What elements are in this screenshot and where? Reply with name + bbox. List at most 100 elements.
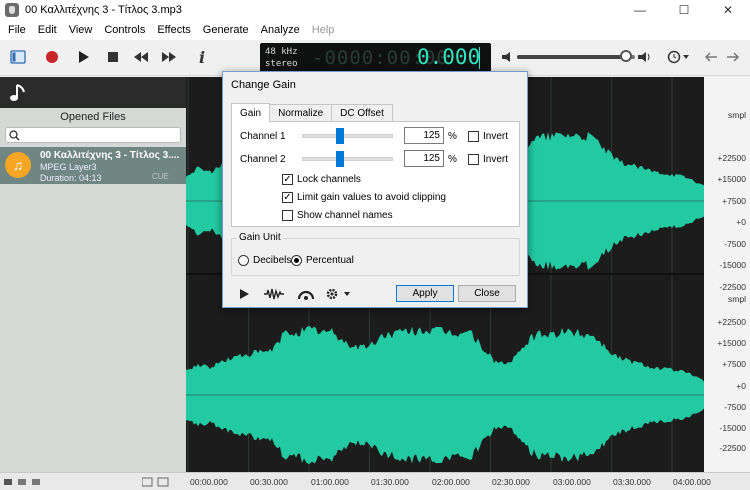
window-title: 00 Καλλιτέχνης 3 - Τίτλος 3.mp3 xyxy=(25,4,182,16)
timeline-label: 02:30.000 xyxy=(492,477,530,487)
settings-gear-icon[interactable] xyxy=(325,287,353,301)
channel1-percent: % xyxy=(448,131,457,142)
timeline-label: 00:00.000 xyxy=(190,477,228,487)
channel1-invert-checkbox[interactable] xyxy=(468,131,479,142)
apply-button[interactable]: Apply xyxy=(396,285,454,302)
scale-label: -22500 xyxy=(719,443,746,453)
scale-label: -15000 xyxy=(719,423,746,433)
limit-gain-label: Limit gain values to avoid clipping xyxy=(297,192,446,203)
gain-tab-panel: Channel 1 125 % Invert Channel 2 125 % I… xyxy=(231,121,520,227)
menu-controls[interactable]: Controls xyxy=(98,24,151,36)
scale-label: +0 xyxy=(736,381,746,391)
speaker-icon[interactable] xyxy=(500,45,516,69)
menu-analyze[interactable]: Analyze xyxy=(255,24,306,36)
file-format: MPEG Layer3 xyxy=(40,162,97,172)
arrow-forward-icon[interactable] xyxy=(724,45,742,69)
amplitude-scale: smpl +22500 +15000 +7500 +0 -7500 -15000… xyxy=(704,77,750,472)
time-display: 48 kHz stereo -0000:00:00 0.000 xyxy=(260,43,491,73)
window-controls: — ☐ ✕ xyxy=(618,0,750,20)
timeline-label: 04:00.000 xyxy=(673,477,711,487)
channel2-percent: % xyxy=(448,154,457,165)
timeline-label: 01:30.000 xyxy=(371,477,409,487)
channel1-invert-label: Invert xyxy=(483,131,509,142)
close-icon[interactable]: ✕ xyxy=(706,0,750,20)
channel1-slider[interactable] xyxy=(302,128,393,144)
play-icon[interactable] xyxy=(72,45,96,69)
time-value: 0.000 xyxy=(417,45,481,69)
fast-forward-icon[interactable] xyxy=(157,45,181,69)
file-search-input[interactable] xyxy=(5,127,181,143)
scale-label: smpl xyxy=(728,110,746,120)
display-indicator xyxy=(479,47,487,69)
panel-layout-icons[interactable] xyxy=(142,477,182,487)
scale-label: +15000 xyxy=(717,338,746,348)
preview-play-icon[interactable] xyxy=(238,288,250,300)
scale-label: +0 xyxy=(736,217,746,227)
tab-gain[interactable]: Gain xyxy=(231,103,271,122)
tab-normalize[interactable]: Normalize xyxy=(269,104,333,122)
record-icon[interactable] xyxy=(40,45,64,69)
info-icon[interactable]: i xyxy=(190,45,214,69)
channel2-invert-checkbox[interactable] xyxy=(468,154,479,165)
lock-channels-checkbox[interactable] xyxy=(282,174,293,185)
menu-edit[interactable]: Edit xyxy=(32,24,63,36)
change-gain-dialog: Change Gain Gain Normalize DC Offset Cha… xyxy=(222,71,528,308)
menu-generate[interactable]: Generate xyxy=(197,24,255,36)
waveform-preview-icon[interactable] xyxy=(263,288,285,300)
menu-file[interactable]: File xyxy=(2,24,32,36)
scale-label: -15000 xyxy=(719,260,746,270)
menu-bar: File Edit View Controls Effects Generate… xyxy=(0,20,750,40)
speaker-loud-icon[interactable] xyxy=(636,45,652,69)
scale-label: +22500 xyxy=(717,317,746,327)
tab-dc-offset[interactable]: DC Offset xyxy=(331,104,393,122)
music-note-icon[interactable] xyxy=(9,82,29,104)
percentual-radio[interactable] xyxy=(291,255,302,266)
rewind-icon[interactable] xyxy=(129,45,153,69)
gain-unit-title: Gain Unit xyxy=(237,232,283,243)
decibels-radio[interactable] xyxy=(238,255,249,266)
show-channel-names-checkbox[interactable] xyxy=(282,210,293,221)
stop-icon[interactable] xyxy=(101,45,125,69)
menu-effects[interactable]: Effects xyxy=(151,24,196,36)
sample-rate: 48 kHz xyxy=(265,47,298,57)
volume-knob[interactable] xyxy=(619,50,632,62)
timeline-label: 03:00.000 xyxy=(553,477,591,487)
file-duration: Duration: 04:13 xyxy=(40,173,102,183)
timeline-label: 01:00.000 xyxy=(311,477,349,487)
channel2-value-input[interactable]: 125 xyxy=(404,150,444,167)
close-button[interactable]: Close xyxy=(458,285,516,302)
search-icon xyxy=(9,130,20,141)
timeline-label: 00:30.000 xyxy=(250,477,288,487)
menu-help: Help xyxy=(311,24,335,36)
channel1-label: Channel 1 xyxy=(240,131,286,142)
decibels-label: Decibels xyxy=(253,255,292,266)
volume-slider[interactable] xyxy=(517,50,635,62)
opened-files-title: Opened Files xyxy=(60,111,126,123)
file-list-item[interactable]: ♫ 00 Καλλιτέχνης 3 - Τίτλος 3.... MPEG L… xyxy=(0,147,186,184)
title-bar: 00 Καλλιτέχνης 3 - Τίτλος 3.mp3 — ☐ ✕ xyxy=(0,0,750,20)
scale-label: +7500 xyxy=(722,359,746,369)
view-toggle-icon[interactable] xyxy=(6,45,30,69)
scale-label: -7500 xyxy=(724,239,746,249)
maximize-icon[interactable]: ☐ xyxy=(662,0,706,20)
audio-file-icon: ♫ xyxy=(5,152,31,178)
view-mode-icons[interactable] xyxy=(4,477,64,487)
format-info: 48 kHz stereo xyxy=(265,46,298,70)
timeline-label: 02:00.000 xyxy=(432,477,470,487)
scale-label: +7500 xyxy=(722,196,746,206)
menu-view[interactable]: View xyxy=(63,24,99,36)
arrow-back-icon[interactable] xyxy=(702,45,720,69)
lock-channels-label: Lock channels xyxy=(297,174,361,185)
channel2-slider-thumb[interactable] xyxy=(336,151,344,167)
scale-label: -22500 xyxy=(719,282,746,292)
channel1-slider-thumb[interactable] xyxy=(336,128,344,144)
scale-label: -7500 xyxy=(724,402,746,412)
channel1-value-input[interactable]: 125 xyxy=(404,127,444,144)
scale-label: +22500 xyxy=(717,153,746,163)
limit-gain-checkbox[interactable] xyxy=(282,192,293,203)
channel2-slider[interactable] xyxy=(302,151,393,167)
minimize-icon[interactable]: — xyxy=(618,0,662,20)
cue-badge: CUE xyxy=(152,172,169,181)
clock-icon[interactable] xyxy=(666,45,692,69)
bypass-icon[interactable] xyxy=(297,287,315,301)
